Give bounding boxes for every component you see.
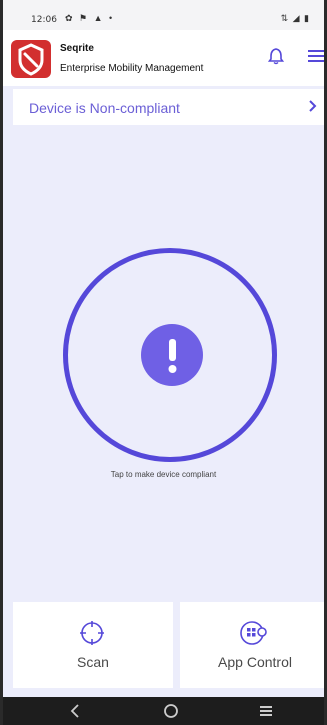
notification-icons: ✿ ⚑ ▲ • — [65, 13, 115, 23]
compliance-hint: Tap to make device compliant — [110, 470, 217, 479]
app-title: Seqrite — [60, 43, 94, 54]
scan-crosshair-icon — [79, 620, 105, 651]
compliance-status-text: Device is Non-compliant — [29, 100, 180, 116]
app-header: Seqrite Enterprise Mobility Management — [3, 30, 324, 86]
app-grid-gear-icon — [239, 620, 269, 651]
app-screen: 12:06 ✿ ⚑ ▲ • ⇅ ◢ ▮ Seqrite Enterprise M… — [0, 0, 327, 725]
app-subtitle: Enterprise Mobility Management — [60, 63, 204, 74]
back-icon[interactable] — [69, 703, 81, 724]
app-control-label: App Control — [218, 654, 292, 670]
system-nav-bar — [3, 697, 324, 725]
status-time: 12:06 — [31, 15, 57, 25]
scan-label: Scan — [77, 654, 109, 670]
recents-icon[interactable] — [259, 704, 273, 723]
exclamation-icon[interactable] — [141, 324, 203, 386]
menu-icon[interactable] — [308, 49, 324, 68]
app-control-button[interactable]: App Control — [180, 602, 324, 688]
chevron-right-icon — [308, 98, 318, 119]
compliance-status-banner[interactable]: Device is Non-compliant — [13, 89, 324, 125]
seqrite-logo-icon — [11, 40, 51, 78]
status-bar: 12:06 ✿ ⚑ ▲ • ⇅ ◢ ▮ — [3, 0, 324, 30]
bell-icon[interactable] — [267, 47, 285, 70]
system-status-icons: ⇅ ◢ ▮ — [280, 13, 310, 23]
home-icon[interactable] — [163, 703, 179, 724]
scan-button[interactable]: Scan — [13, 602, 173, 688]
